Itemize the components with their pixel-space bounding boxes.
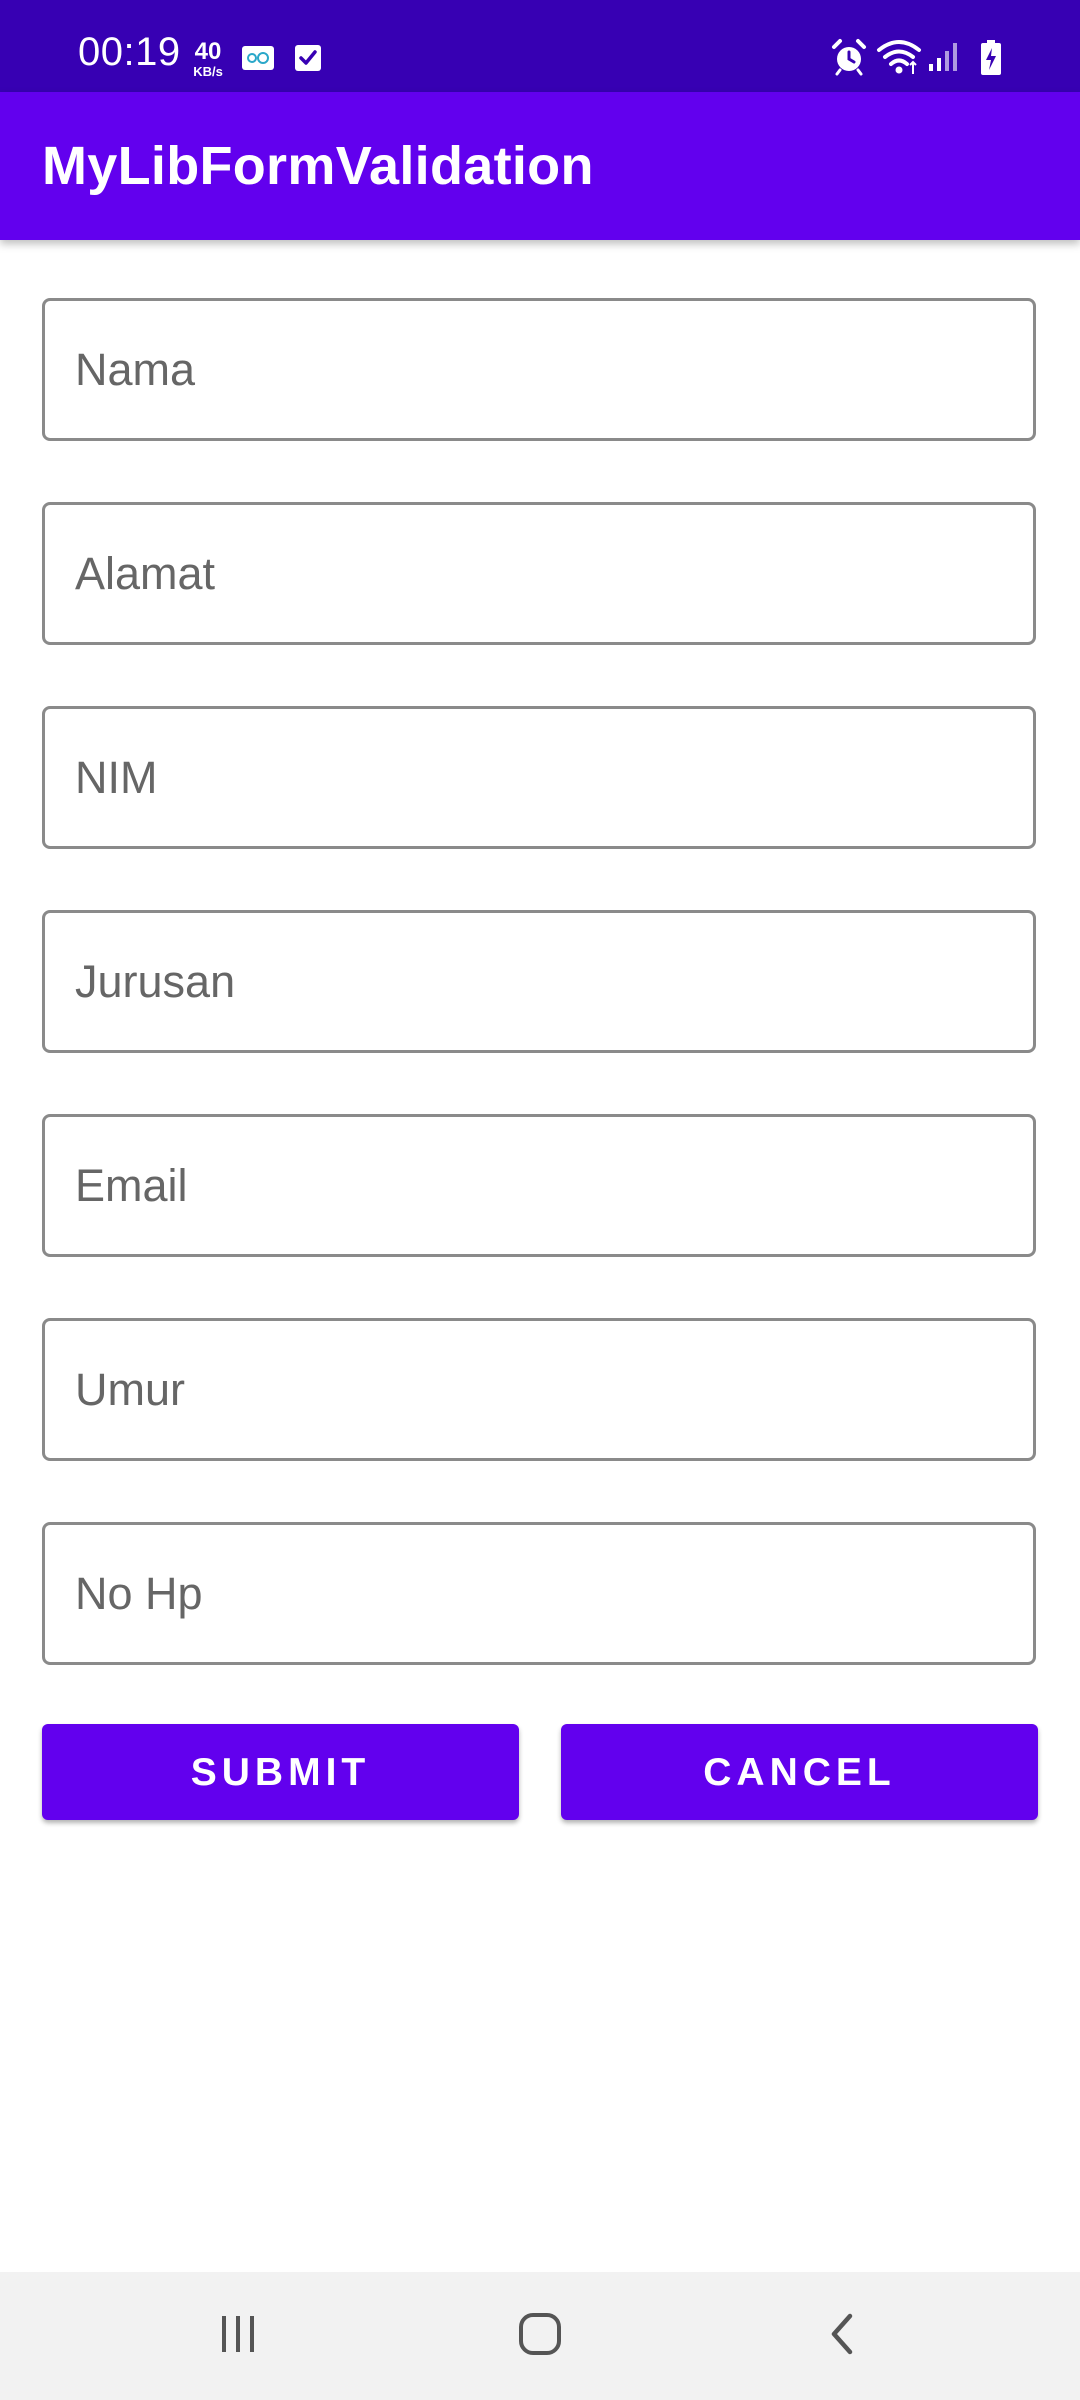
jurusan-input[interactable]	[45, 955, 1033, 1008]
home-button[interactable]	[460, 2272, 620, 2400]
alamat-input[interactable]	[45, 547, 1033, 600]
submit-button[interactable]: SUBMIT	[42, 1724, 519, 1820]
status-time: 00:19	[78, 30, 181, 74]
wifi-icon	[876, 38, 922, 81]
no-hp-field[interactable]	[42, 1522, 1036, 1665]
screen: 00:19 40 KB/s MyLibFormValidation Nama A…	[0, 0, 1080, 2400]
app-bar: MyLibFormValidation	[0, 92, 1080, 240]
jurusan-field[interactable]	[42, 910, 1036, 1053]
alarm-icon	[830, 38, 868, 81]
network-speed: 40 KB/s	[186, 38, 230, 79]
nim-input[interactable]	[45, 751, 1033, 804]
navigation-bar	[0, 2272, 1080, 2400]
network-speed-value: 40	[194, 38, 222, 65]
nama-field[interactable]	[42, 298, 1036, 441]
network-speed-unit: KB/s	[193, 64, 223, 79]
alamat-field[interactable]	[42, 502, 1036, 645]
app-title: MyLibFormValidation	[42, 136, 594, 196]
back-icon	[822, 2310, 862, 2363]
task-check-icon	[293, 43, 323, 78]
email-input[interactable]	[45, 1159, 1033, 1212]
no-hp-input[interactable]	[45, 1567, 1033, 1620]
umur-field[interactable]	[42, 1318, 1036, 1461]
recents-icon	[216, 2312, 260, 2361]
back-button[interactable]	[762, 2272, 922, 2400]
kazoo-notification-icon	[242, 46, 274, 70]
email-field[interactable]	[42, 1114, 1036, 1257]
umur-input[interactable]	[45, 1363, 1033, 1416]
home-icon	[516, 2310, 564, 2363]
battery-charging-icon	[980, 40, 1002, 81]
nama-input[interactable]	[45, 343, 1033, 396]
cancel-button[interactable]: CANCEL	[561, 1724, 1038, 1820]
signal-icon	[928, 42, 962, 77]
nim-field[interactable]	[42, 706, 1036, 849]
status-bar: 00:19 40 KB/s	[0, 0, 1080, 92]
recents-button[interactable]	[158, 2272, 318, 2400]
